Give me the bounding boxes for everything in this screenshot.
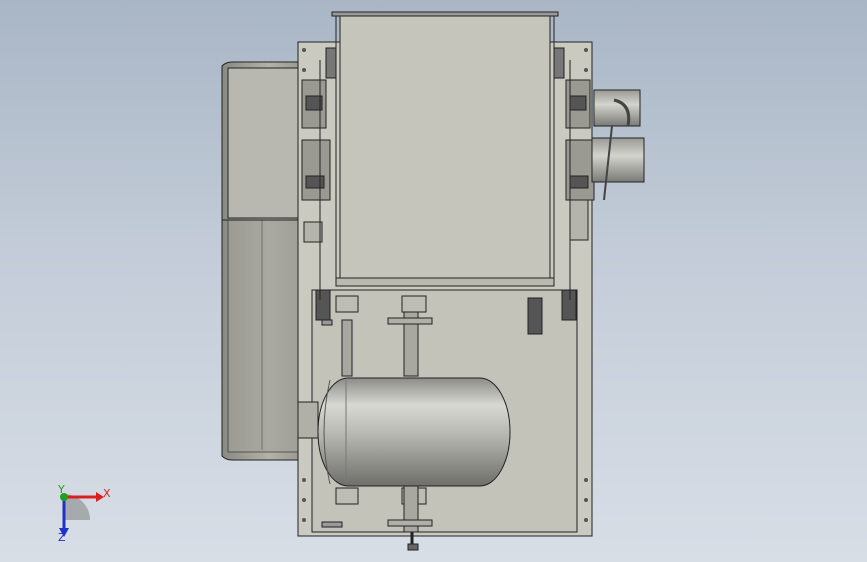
cad-model-view[interactable] [0,0,867,562]
graphics-viewport[interactable]: X Y Z [0,0,867,562]
hopper [331,11,559,287]
fan-housing [221,61,301,461]
z-axis-label: Z [58,531,66,544]
x-axis-label: X [103,487,111,500]
outlet-pipes [591,89,645,201]
motor [297,377,511,487]
y-axis-label: Y [58,483,65,496]
